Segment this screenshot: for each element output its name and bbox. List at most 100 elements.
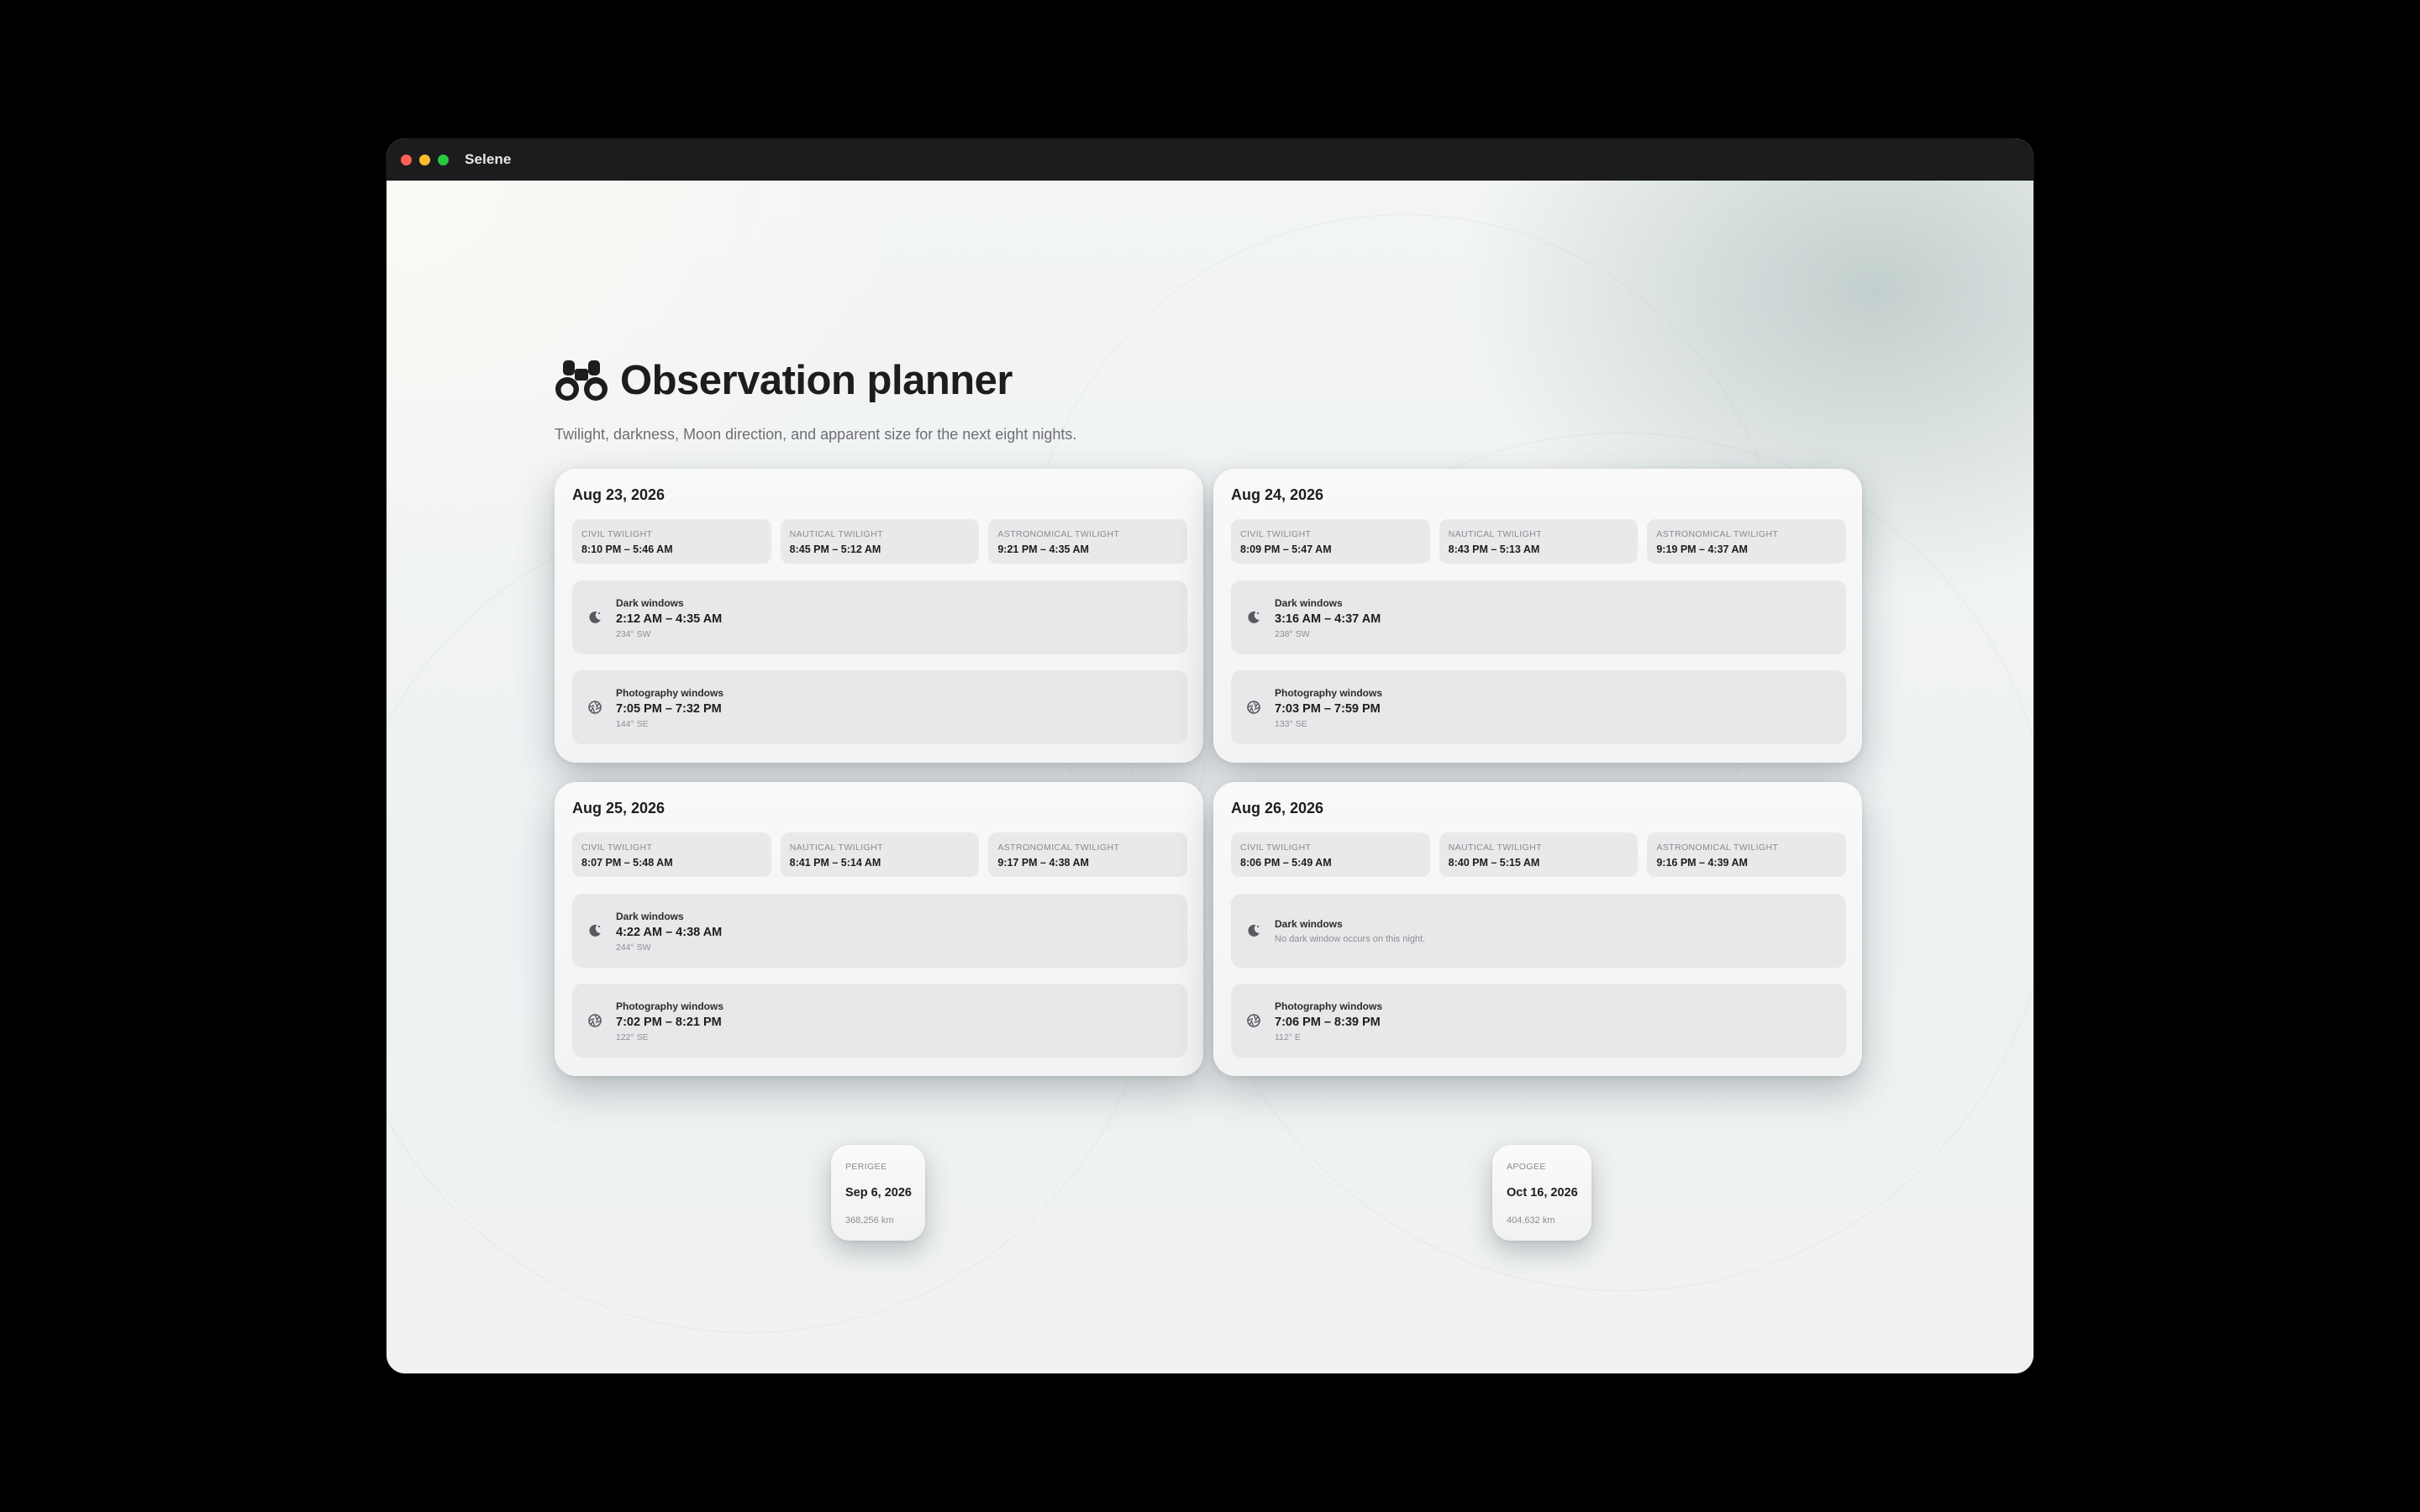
- main-content: Observation planner Twilight, darkness, …: [387, 181, 2033, 1373]
- perigee-date: Sep 6, 2026: [845, 1186, 912, 1200]
- dark-window-direction: 244° SW: [616, 942, 651, 953]
- app-title: Selene: [465, 151, 512, 167]
- photo-window-title: Photography windows: [616, 1000, 723, 1012]
- nautical-twilight-time: 8:45 PM – 5:12 AM: [789, 543, 881, 555]
- astronomical-twilight-box: ASTRONOMICAL TWILIGHT 9:17 PM – 4:38 AM: [988, 832, 1188, 877]
- apogee-card: APOGEE Oct 16, 2026 404,632 km: [1492, 1145, 1591, 1241]
- civil-twilight-box: CIVIL TWILIGHT 8:10 PM – 5:46 AM: [572, 519, 771, 564]
- civil-twilight-box: CIVIL TWILIGHT 8:07 PM – 5:48 AM: [572, 832, 771, 877]
- dark-window-direction: 234° SW: [616, 629, 651, 639]
- page-heading: Observation planner: [555, 357, 1013, 404]
- nautical-twilight-time: 8:41 PM – 5:14 AM: [789, 857, 881, 869]
- dark-window-title: Dark windows: [616, 911, 684, 922]
- photo-window-time: 7:03 PM – 7:59 PM: [1275, 702, 1381, 716]
- dark-window-box: Dark windows No dark window occurs on th…: [1231, 894, 1846, 968]
- night-date: Aug 23, 2026: [572, 486, 666, 503]
- zoom-window-button[interactable]: [438, 155, 449, 165]
- civil-twilight-label: CIVIL TWILIGHT: [1240, 529, 1312, 539]
- photo-window-time: 7:02 PM – 8:21 PM: [616, 1016, 722, 1029]
- astronomical-twilight-box: ASTRONOMICAL TWILIGHT 9:21 PM – 4:35 AM: [988, 519, 1188, 564]
- astronomical-twilight-label: ASTRONOMICAL TWILIGHT: [1656, 843, 1779, 853]
- nautical-twilight-box: NAUTICAL TWILIGHT 8:41 PM – 5:14 AM: [780, 832, 980, 877]
- astronomical-twilight-box: ASTRONOMICAL TWILIGHT 9:19 PM – 4:37 AM: [1647, 519, 1847, 564]
- twilight-row: CIVIL TWILIGHT 8:10 PM – 5:46 AM NAUTICA…: [572, 519, 1188, 564]
- twilight-row: CIVIL TWILIGHT 8:06 PM – 5:49 AM NAUTICA…: [1231, 832, 1847, 877]
- page-title: Observation planner: [620, 358, 1013, 403]
- dark-window-time: 3:16 AM – 4:37 AM: [1275, 612, 1381, 626]
- photo-window-box: Photography windows 7:05 PM – 7:32 PM 14…: [572, 670, 1187, 744]
- dark-window-title: Dark windows: [1275, 597, 1343, 609]
- moon-icon: [1248, 611, 1260, 623]
- dark-window-note: No dark window occurs on this night.: [1275, 934, 1426, 944]
- nautical-twilight-time: 8:43 PM – 5:13 AM: [1448, 543, 1540, 555]
- civil-twilight-time: 8:06 PM – 5:49 AM: [1240, 857, 1332, 869]
- moon-icon: [589, 924, 601, 937]
- apogee-label: APOGEE: [1507, 1162, 1546, 1172]
- astronomical-twilight-label: ASTRONOMICAL TWILIGHT: [1656, 529, 1779, 539]
- night-card: Aug 25, 2026 CIVIL TWILIGHT 8:07 PM – 5:…: [555, 782, 1203, 1076]
- night-card: Aug 24, 2026 CIVIL TWILIGHT 8:09 PM – 5:…: [1213, 469, 1862, 763]
- civil-twilight-label: CIVIL TWILIGHT: [581, 529, 653, 539]
- nautical-twilight-box: NAUTICAL TWILIGHT 8:43 PM – 5:13 AM: [1439, 519, 1639, 564]
- dark-window-box: Dark windows 3:16 AM – 4:37 AM 238° SW: [1231, 580, 1846, 654]
- civil-twilight-time: 8:07 PM – 5:48 AM: [581, 857, 673, 869]
- perigee-card: PERIGEE Sep 6, 2026 368,256 km: [831, 1145, 925, 1241]
- photo-window-title: Photography windows: [616, 687, 723, 699]
- night-date: Aug 26, 2026: [1231, 800, 1324, 816]
- minimize-window-button[interactable]: [419, 155, 430, 165]
- nautical-twilight-box: NAUTICAL TWILIGHT 8:40 PM – 5:15 AM: [1439, 832, 1639, 877]
- photo-window-box: Photography windows 7:06 PM – 8:39 PM 11…: [1231, 984, 1846, 1058]
- dark-window-time: 4:22 AM – 4:38 AM: [616, 926, 723, 939]
- nautical-twilight-label: NAUTICAL TWILIGHT: [1448, 843, 1542, 853]
- astronomical-twilight-box: ASTRONOMICAL TWILIGHT 9:16 PM – 4:39 AM: [1647, 832, 1847, 877]
- close-window-button[interactable]: [401, 155, 412, 165]
- apogee-distance: 404,632 km: [1507, 1215, 1555, 1226]
- binoculars-icon: [555, 360, 608, 401]
- civil-twilight-time: 8:10 PM – 5:46 AM: [581, 543, 673, 555]
- aperture-icon: [1247, 1014, 1260, 1027]
- astronomical-twilight-label: ASTRONOMICAL TWILIGHT: [997, 529, 1120, 539]
- astronomical-twilight-time: 9:16 PM – 4:39 AM: [1656, 857, 1748, 869]
- nautical-twilight-box: NAUTICAL TWILIGHT 8:45 PM – 5:12 AM: [780, 519, 980, 564]
- civil-twilight-box: CIVIL TWILIGHT 8:06 PM – 5:49 AM: [1231, 832, 1430, 877]
- civil-twilight-time: 8:09 PM – 5:47 AM: [1240, 543, 1332, 555]
- night-date: Aug 24, 2026: [1231, 486, 1324, 503]
- perigee-distance: 368,256 km: [845, 1215, 894, 1226]
- perigee-label: PERIGEE: [845, 1162, 887, 1172]
- app-window: Selene Observation planner Twilight, dar…: [387, 139, 2033, 1373]
- astronomical-twilight-label: ASTRONOMICAL TWILIGHT: [997, 843, 1120, 853]
- astronomical-twilight-time: 9:17 PM – 4:38 AM: [997, 857, 1089, 869]
- photo-window-title: Photography windows: [1275, 1000, 1382, 1012]
- dark-window-box: Dark windows 2:12 AM – 4:35 AM 234° SW: [572, 580, 1187, 654]
- photo-window-time: 7:05 PM – 7:32 PM: [616, 702, 722, 716]
- night-date: Aug 25, 2026: [572, 800, 666, 816]
- apogee-date: Oct 16, 2026: [1507, 1186, 1578, 1200]
- photo-window-title: Photography windows: [1275, 687, 1382, 699]
- photo-window-time: 7:06 PM – 8:39 PM: [1275, 1016, 1381, 1029]
- nautical-twilight-label: NAUTICAL TWILIGHT: [789, 843, 883, 853]
- nautical-twilight-label: NAUTICAL TWILIGHT: [1448, 529, 1542, 539]
- moon-icon: [589, 611, 601, 623]
- twilight-row: CIVIL TWILIGHT 8:07 PM – 5:48 AM NAUTICA…: [572, 832, 1188, 877]
- dark-window-time: 2:12 AM – 4:35 AM: [616, 612, 723, 626]
- nautical-twilight-time: 8:40 PM – 5:15 AM: [1448, 857, 1540, 869]
- photo-window-direction: 133° SE: [1275, 719, 1307, 729]
- dark-window-direction: 238° SW: [1275, 629, 1310, 639]
- dark-window-title: Dark windows: [1275, 918, 1343, 930]
- photo-window-direction: 112° E: [1275, 1032, 1301, 1042]
- night-card: Aug 23, 2026 CIVIL TWILIGHT 8:10 PM – 5:…: [555, 469, 1203, 763]
- photo-window-direction: 122° SE: [616, 1032, 649, 1042]
- aperture-icon: [588, 701, 602, 714]
- photo-window-box: Photography windows 7:03 PM – 7:59 PM 13…: [1231, 670, 1846, 744]
- photo-window-direction: 144° SE: [616, 719, 649, 729]
- dark-window-title: Dark windows: [616, 597, 684, 609]
- dark-window-box: Dark windows 4:22 AM – 4:38 AM 244° SW: [572, 894, 1187, 968]
- civil-twilight-label: CIVIL TWILIGHT: [1240, 843, 1312, 853]
- civil-twilight-label: CIVIL TWILIGHT: [581, 843, 653, 853]
- moon-icon: [1248, 924, 1260, 937]
- aperture-icon: [1247, 701, 1260, 714]
- astronomical-twilight-time: 9:21 PM – 4:35 AM: [997, 543, 1089, 555]
- nautical-twilight-label: NAUTICAL TWILIGHT: [789, 529, 883, 539]
- aperture-icon: [588, 1014, 602, 1027]
- civil-twilight-box: CIVIL TWILIGHT 8:09 PM – 5:47 AM: [1231, 519, 1430, 564]
